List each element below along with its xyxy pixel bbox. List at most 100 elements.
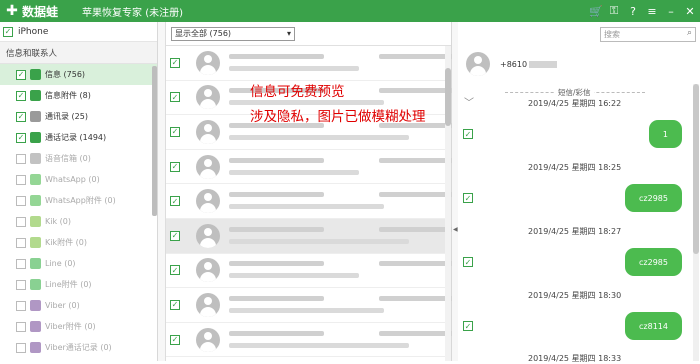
sidebar-item[interactable]: ✓ 通讯录 (25): [0, 106, 157, 127]
viber-icon: [30, 342, 41, 353]
sidebar-item[interactable]: ✓ 通话记录 (1494): [0, 127, 157, 148]
message-timestamp: 2019/4/25 星期四 18:25: [528, 163, 622, 172]
sidebar-item[interactable]: ✓ 信息附件 (8): [0, 85, 157, 106]
message-select-checkbox[interactable]: ✓: [463, 321, 473, 331]
sidebar-item-label: WhatsApp附件 (0): [45, 196, 116, 205]
viber-icon: [30, 321, 41, 332]
sidebar-item-label: Line附件 (0): [45, 280, 92, 289]
message-row[interactable]: ✓: [166, 288, 457, 323]
sidebar-item-checkbox[interactable]: ✓: [16, 69, 26, 80]
contact-number-prefix: +8610: [500, 59, 528, 69]
message-avatar: [196, 189, 220, 214]
collapse-arrow-icon[interactable]: ◀: [453, 226, 458, 233]
device-checkbox[interactable]: ✓: [3, 26, 13, 37]
sidebar-item-checkbox[interactable]: ✓: [16, 90, 26, 101]
sidebar-item[interactable]: 语音信箱 (0): [0, 148, 157, 169]
sidebar-item-checkbox[interactable]: [16, 174, 26, 185]
sidebar-item-checkbox[interactable]: [16, 195, 26, 206]
message-select-checkbox[interactable]: ✓: [463, 193, 473, 203]
sidebar-item-checkbox[interactable]: ✓: [16, 132, 26, 143]
message-list-scroll-thumb[interactable]: [445, 68, 451, 126]
kik-icon: [30, 216, 41, 227]
sidebar-item[interactable]: Line (0): [0, 253, 157, 274]
message-row-checkbox[interactable]: ✓: [170, 92, 180, 103]
search-icon[interactable]: ⌕: [687, 28, 692, 38]
sidebar-item[interactable]: Line附件 (0): [0, 274, 157, 295]
help-icon[interactable]: ?: [627, 5, 639, 18]
sidebar-splitter[interactable]: [158, 22, 166, 361]
message-row-checkbox[interactable]: ✓: [170, 57, 180, 68]
sidebar-item-checkbox[interactable]: [16, 216, 26, 227]
message-row-checkbox[interactable]: ✓: [170, 265, 180, 276]
key-icon[interactable]: ⚿: [608, 4, 620, 18]
message-row[interactable]: ✓: [166, 184, 457, 219]
message-row[interactable]: ✓: [166, 46, 457, 81]
sidebar-item-checkbox[interactable]: [16, 153, 26, 164]
menu-icon[interactable]: ≡: [646, 5, 658, 18]
message-avatar: [196, 292, 220, 317]
message-row-checkbox[interactable]: ✓: [170, 230, 180, 241]
message-row[interactable]: ✓: [166, 254, 457, 289]
message-row-checkbox[interactable]: ✓: [170, 334, 180, 345]
chevron-down-icon: ▾: [286, 29, 291, 38]
filter-select[interactable]: 显示全部 (756) ▾: [171, 26, 295, 41]
search-placeholder: 搜索: [604, 30, 620, 39]
message-preview-blurred: [229, 224, 457, 248]
voicemail-icon: [30, 153, 41, 164]
message-bubble: cz8114: [625, 312, 682, 340]
sidebar-item-checkbox[interactable]: ✓: [16, 111, 26, 122]
sidebar-item-label: 信息附件 (8): [45, 91, 91, 100]
message-avatar: [196, 258, 220, 283]
sidebar-item-label: Viber通话记录 (0): [45, 343, 112, 352]
sidebar-item-label: 通讯录 (25): [45, 112, 88, 121]
sidebar-item-checkbox[interactable]: [16, 300, 26, 311]
contacts-icon: [30, 111, 41, 122]
line-icon: [30, 258, 41, 269]
sidebar-item[interactable]: Kik附件 (0): [0, 232, 157, 253]
message-row-checkbox[interactable]: ✓: [170, 196, 180, 207]
message-list-scrollbar[interactable]: [445, 46, 451, 361]
sidebar-scrollbar[interactable]: [152, 66, 157, 216]
message-avatar: [196, 154, 220, 179]
message-row-checkbox[interactable]: ✓: [170, 126, 180, 137]
sidebar-item[interactable]: WhatsApp (0): [0, 169, 157, 190]
sidebar-item-label: Line (0): [45, 259, 76, 268]
message-row[interactable]: ✓: [166, 150, 457, 185]
app-logo-icon: ✚: [6, 3, 18, 19]
message-row-checkbox[interactable]: ✓: [170, 161, 180, 172]
sidebar-item-label: Viber (0): [45, 301, 80, 310]
sidebar-item[interactable]: ✓ 信息 (756): [0, 64, 157, 85]
sidebar-item-checkbox[interactable]: [16, 258, 26, 269]
conversation-scroll-thumb[interactable]: [693, 84, 699, 254]
collapse-chevron-icon[interactable]: ﹀: [464, 94, 474, 109]
conversation-scrollbar[interactable]: [693, 84, 699, 361]
message-timestamp: 2019/4/25 星期四 16:22: [528, 99, 622, 108]
sidebar-item[interactable]: Viber附件 (0): [0, 316, 157, 337]
device-row[interactable]: ✓ iPhone: [0, 22, 157, 42]
message-avatar: [196, 85, 220, 110]
message-select-checkbox[interactable]: ✓: [463, 257, 473, 267]
sidebar-item[interactable]: Viber通话记录 (0): [0, 337, 157, 358]
message-row-checkbox[interactable]: ✓: [170, 299, 180, 310]
sidebar-item[interactable]: Viber (0): [0, 295, 157, 316]
cart-icon[interactable]: 🛒: [589, 5, 603, 18]
sidebar-item-checkbox[interactable]: [16, 342, 26, 353]
message-select-checkbox[interactable]: ✓: [463, 129, 473, 139]
message-avatar: [196, 50, 220, 75]
message-row[interactable]: ✓: [166, 219, 457, 254]
sidebar-item-label: 信息 (756): [45, 70, 86, 79]
preview-note: 信息可免费预览: [250, 84, 345, 100]
sidebar-item-label: 通话记录 (1494): [45, 133, 107, 142]
window-controls: 🛒 ⚿ ? ≡ – ✕: [589, 0, 696, 22]
sidebar-item[interactable]: Kik (0): [0, 211, 157, 232]
device-name: iPhone: [18, 26, 49, 37]
search-input[interactable]: 搜索 ⌕: [600, 27, 696, 42]
message-row[interactable]: ✓: [166, 323, 457, 358]
close-icon[interactable]: ✕: [684, 5, 696, 18]
filter-selected-value: 显示全部 (756): [175, 29, 232, 38]
minimize-icon[interactable]: –: [665, 5, 677, 18]
sidebar-item-checkbox[interactable]: [16, 237, 26, 248]
sidebar-item[interactable]: WhatsApp附件 (0): [0, 190, 157, 211]
sidebar-item-checkbox[interactable]: [16, 279, 26, 290]
sidebar-item-checkbox[interactable]: [16, 321, 26, 332]
